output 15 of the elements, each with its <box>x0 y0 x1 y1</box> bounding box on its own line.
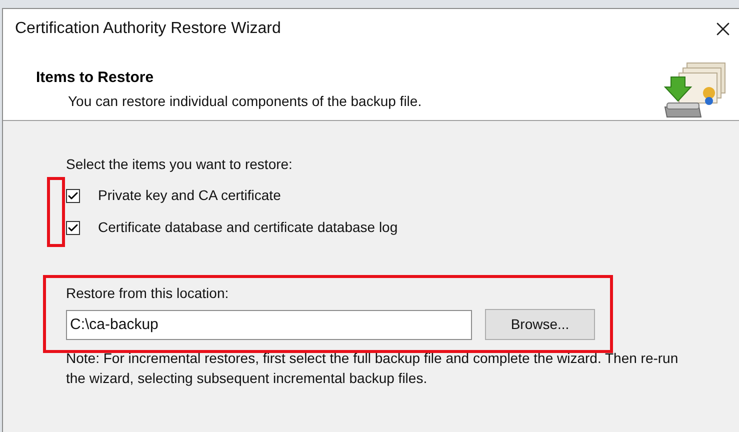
page-subtitle: You can restore individual components of the backup file. <box>67 92 422 111</box>
checkbox[interactable] <box>66 188 80 202</box>
items-prompt: Select the items you want to restore: <box>66 155 294 174</box>
highlight-box <box>47 177 65 247</box>
window-title: Certification Authority Restore Wizard <box>15 19 281 39</box>
location-field[interactable]: C:\ca-backup <box>66 310 472 340</box>
checkbox-label: Private key and CA certificate <box>98 186 281 205</box>
checkbox[interactable] <box>66 220 80 234</box>
check-icon <box>67 222 79 234</box>
checkbox-label: Certificate database and certificate database log <box>98 218 398 237</box>
location-label: Restore from this location: <box>66 284 230 303</box>
page-title: Items to Restore <box>36 68 155 88</box>
browse-button[interactable]: Browse... <box>485 309 595 340</box>
check-icon <box>67 190 79 202</box>
note-text: Note: For incremental restores, first select the full backup file and complete the wizard. Then re-run the wizard, selecting subsequent incremental backup files. <box>66 349 680 388</box>
